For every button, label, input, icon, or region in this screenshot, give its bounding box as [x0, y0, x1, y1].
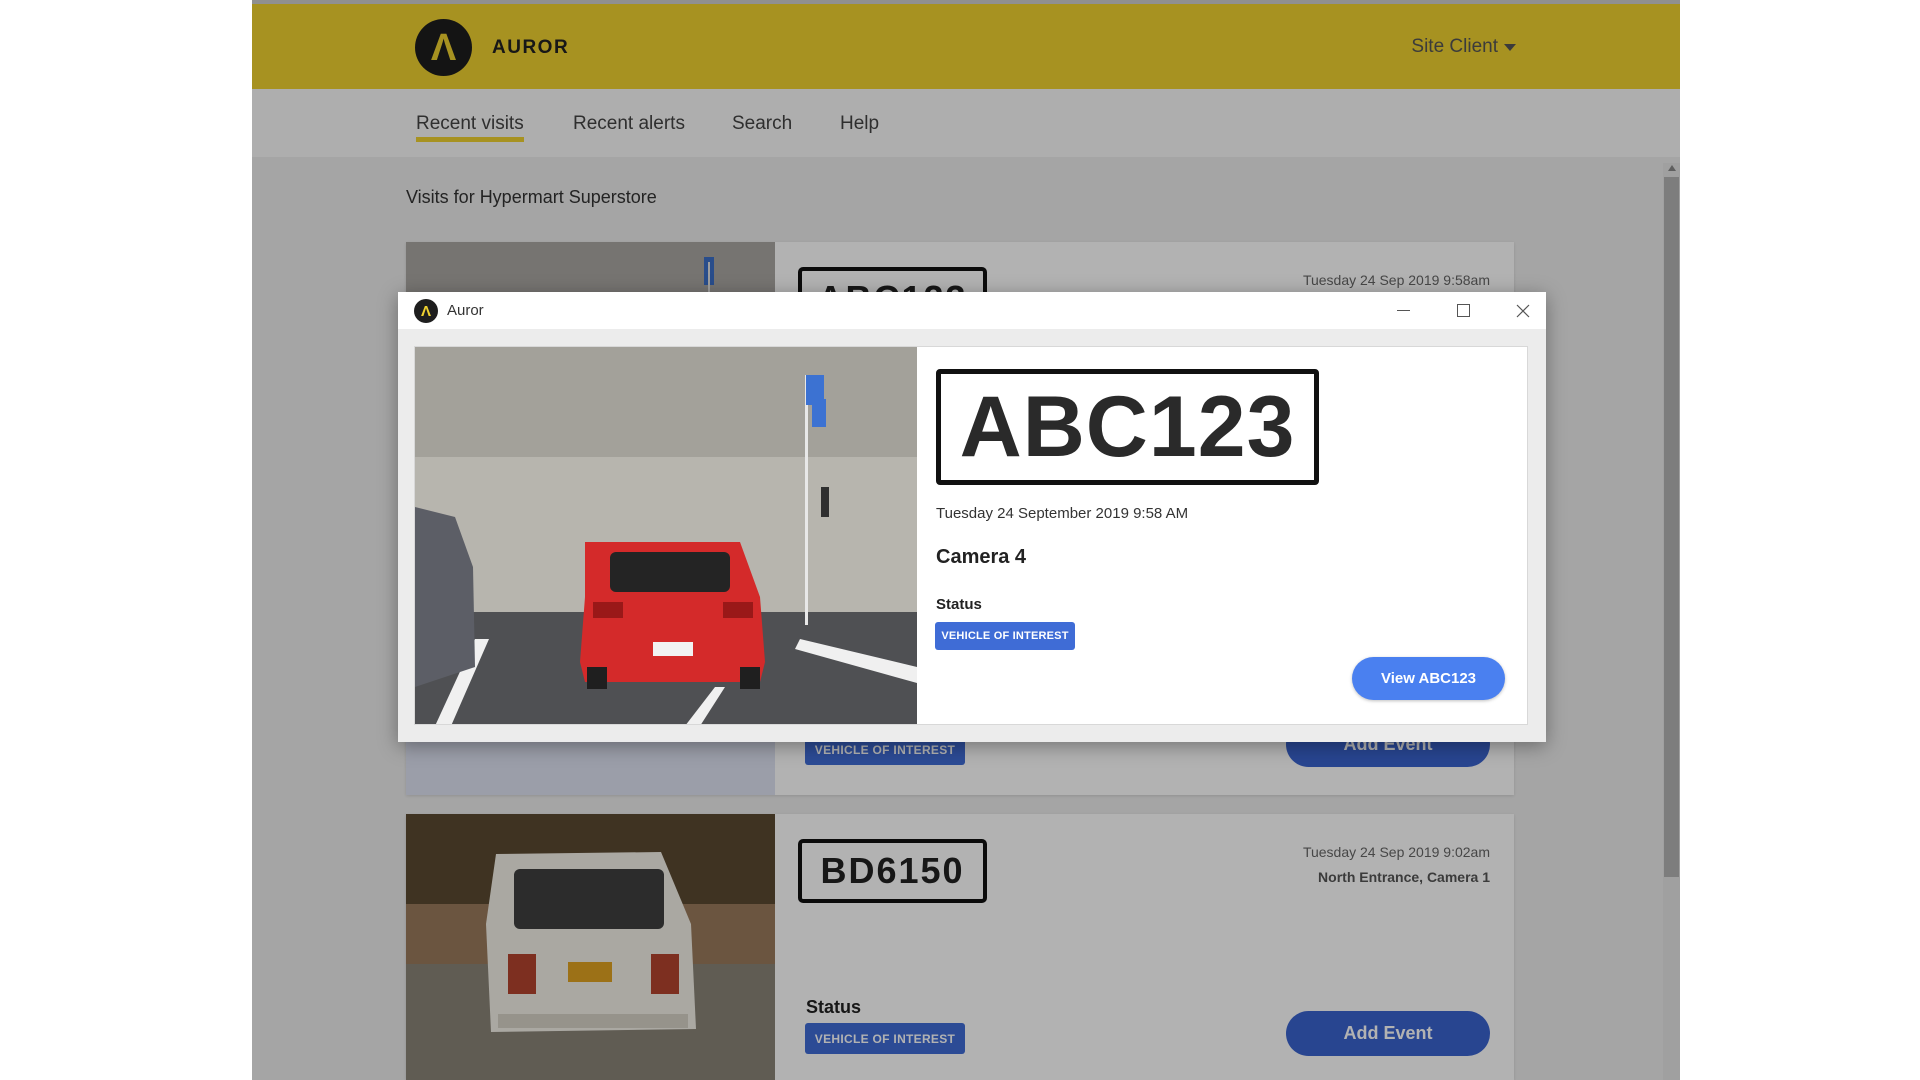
maximize-button[interactable]: [1440, 292, 1486, 329]
status-badge: VEHICLE OF INTEREST: [935, 622, 1075, 650]
auror-app-icon: Λ: [414, 299, 438, 323]
camera-name: Camera 4: [936, 546, 1027, 568]
window-titlebar[interactable]: Λ Auror: [398, 292, 1546, 329]
close-button[interactable]: [1500, 292, 1546, 329]
vehicle-photo: [415, 347, 917, 724]
alert-datetime: Tuesday 24 September 2019 9:58 AM: [936, 505, 1189, 522]
alert-card: ABC123 Tuesday 24 September 2019 9:58 AM…: [414, 346, 1528, 725]
close-icon: [1516, 304, 1530, 317]
license-plate-large: ABC123: [936, 369, 1319, 485]
status-label: Status: [936, 596, 982, 613]
view-vehicle-button[interactable]: View ABC123: [1352, 657, 1505, 700]
minimize-button[interactable]: [1380, 292, 1426, 329]
minimize-icon: [1396, 310, 1410, 311]
window-title: Auror: [447, 302, 484, 319]
alert-window: Λ Auror ABC123 Tuesday 24 September 2019…: [398, 292, 1546, 742]
maximize-icon: [1456, 304, 1470, 317]
